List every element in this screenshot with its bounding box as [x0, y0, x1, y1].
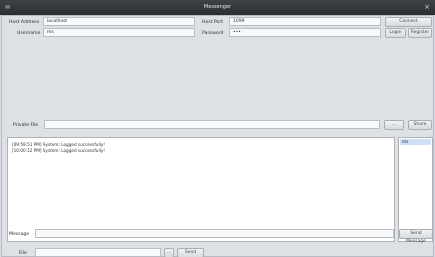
- file-path-field[interactable]: [35, 248, 161, 257]
- chat-log[interactable]: [09:59:51 PM] System: Logged successfull…: [7, 137, 395, 242]
- file-browse-button[interactable]: ...: [164, 248, 174, 257]
- message-input[interactable]: [35, 229, 394, 238]
- host-port-label: Host Port: [202, 20, 224, 25]
- window-title: Messenger: [203, 4, 232, 10]
- share-button[interactable]: Share: [408, 120, 432, 130]
- password-label: Password: [202, 31, 224, 36]
- chat-line: [10:00:12 PM] System: Logged successfull…: [12, 147, 105, 153]
- private-file-browse-button[interactable]: ...: [384, 120, 404, 130]
- host-address-label: Host Address: [9, 20, 40, 25]
- password-field[interactable]: •••: [229, 28, 381, 37]
- user-list-item[interactable]: ms: [400, 139, 431, 145]
- username-field[interactable]: ms: [43, 28, 195, 37]
- file-label: File: [19, 251, 27, 256]
- message-label: Message: [9, 232, 30, 237]
- close-icon[interactable]: ×: [424, 3, 430, 11]
- private-file-label: Private File: [13, 123, 39, 128]
- connect-button[interactable]: Connect: [385, 17, 432, 27]
- username-label: Username: [17, 31, 41, 36]
- host-address-field[interactable]: localhost: [43, 17, 195, 26]
- online-users-list[interactable]: ms: [398, 137, 433, 242]
- host-port-field[interactable]: 1099: [229, 17, 381, 26]
- send-file-button[interactable]: Send: [177, 248, 204, 257]
- messenger-window: Host Address localhost Host Port 1099 Co…: [1, 15, 434, 257]
- private-file-path-field[interactable]: [44, 120, 380, 129]
- login-button[interactable]: Login: [385, 28, 406, 38]
- register-button[interactable]: Register: [408, 28, 432, 38]
- send-message-button[interactable]: Send Message: [399, 229, 433, 244]
- title-bar: ✉ Messenger ×: [0, 0, 435, 15]
